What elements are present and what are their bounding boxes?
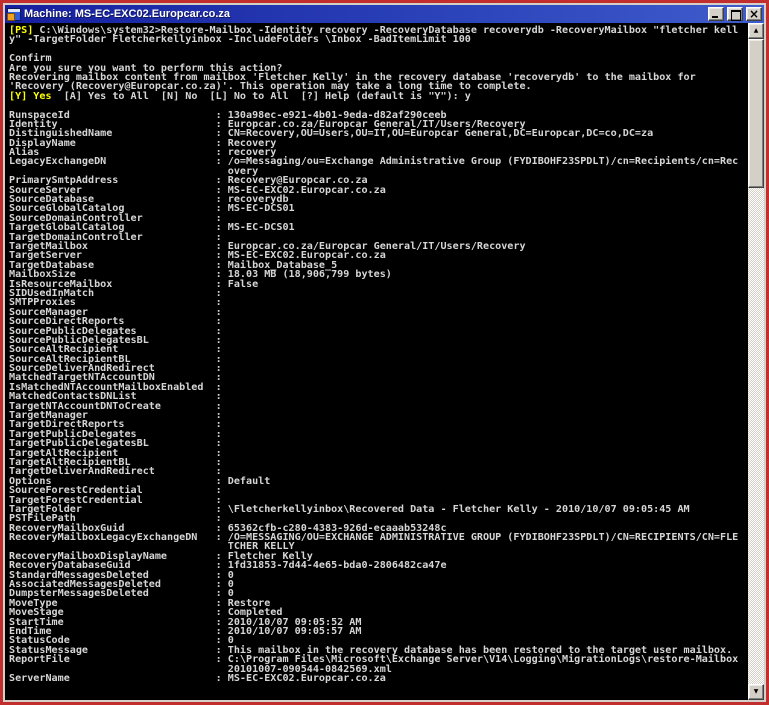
console-line: [9, 45, 748, 54]
console-output: [PS] C:\Windows\system32>Restore-Mailbox…: [5, 23, 748, 700]
console-line: [Y] Yes [A] Yes to All [N] No [L] No to …: [9, 92, 748, 101]
window-frame: Machine: MS-EC-EXC02.Europcar.co.za [PS]…: [0, 0, 769, 705]
console-client-area: [PS] C:\Windows\system32>Restore-Mailbox…: [5, 23, 764, 700]
close-button[interactable]: [746, 7, 762, 21]
window-title: Machine: MS-EC-EXC02.Europcar.co.za: [24, 5, 705, 23]
console-line: ServerName : MS-EC-EXC02.Europcar.co.za: [9, 674, 748, 683]
scrollbar-thumb[interactable]: [748, 39, 764, 188]
scroll-up-button[interactable]: [748, 23, 764, 39]
title-bar[interactable]: Machine: MS-EC-EXC02.Europcar.co.za: [5, 5, 764, 23]
console-line: y" -TargetFolder Fletcherkellyinbox -Inc…: [9, 35, 748, 44]
vertical-scrollbar[interactable]: [748, 23, 764, 700]
scroll-down-button[interactable]: [748, 684, 764, 700]
minimize-button[interactable]: [708, 7, 724, 21]
maximize-button[interactable]: [727, 7, 743, 21]
console-window-icon[interactable]: [7, 8, 21, 21]
